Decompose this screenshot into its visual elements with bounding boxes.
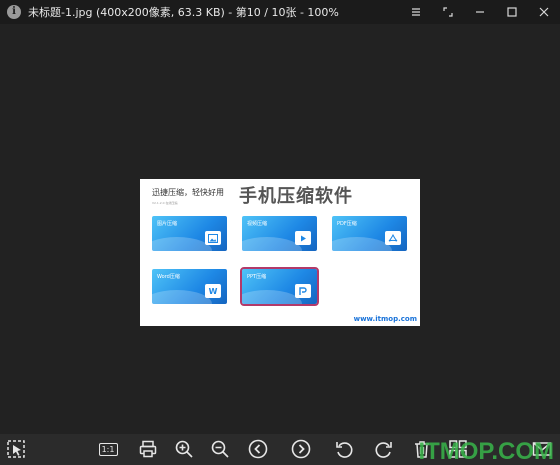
actual-size-button[interactable]: 1:1 — [97, 438, 119, 460]
pdf-icon — [385, 231, 401, 245]
card-label: 视频压缩 — [247, 221, 268, 227]
image-url-text: www.itmop.com — [353, 315, 417, 323]
word-icon: W — [205, 284, 221, 298]
previous-icon[interactable] — [247, 438, 269, 460]
actual-size-label: 1:1 — [98, 442, 118, 456]
delete-icon[interactable] — [411, 438, 433, 460]
video-compress-card: 视频压缩 — [242, 216, 317, 251]
close-icon[interactable] — [528, 0, 560, 24]
mail-icon[interactable] — [531, 438, 553, 460]
image-compress-card: 图片压缩 — [152, 216, 227, 251]
card-label: Word压缩 — [157, 274, 180, 280]
print-icon[interactable] — [137, 438, 159, 460]
zoom-in-icon[interactable] — [173, 438, 195, 460]
select-icon[interactable] — [5, 438, 27, 460]
window-title: 未标题-1.jpg (400x200像素, 63.3 KB) - 第10 / 1… — [28, 6, 339, 19]
pdf-compress-card: PDF压缩 — [332, 216, 407, 251]
ppt-icon — [295, 284, 311, 298]
maximize-icon[interactable] — [496, 0, 528, 24]
image-icon — [205, 231, 221, 245]
rotate-left-icon[interactable] — [333, 438, 355, 460]
menu-icon[interactable] — [400, 0, 432, 24]
card-label: 图片压缩 — [157, 221, 178, 227]
play-icon — [295, 231, 311, 245]
next-icon[interactable] — [290, 438, 312, 460]
minimize-icon[interactable] — [464, 0, 496, 24]
image-header-text: 迅捷压缩，轻快好用 — [152, 188, 224, 197]
image-big-title: 手机压缩软件 — [239, 186, 353, 207]
info-icon[interactable]: i — [7, 5, 21, 19]
rotate-right-icon[interactable] — [373, 438, 395, 460]
thumbnails-icon[interactable] — [447, 438, 469, 460]
title-bar: i 未标题-1.jpg (400x200像素, 63.3 KB) - 第10 /… — [0, 0, 560, 24]
displayed-image[interactable]: 迅捷压缩，轻快好用 V2.1.2.0 在线压缩 手机压缩软件 图片压缩 视频压缩… — [140, 179, 420, 326]
word-glyph: W — [208, 286, 218, 296]
card-label: PPT压缩 — [247, 274, 267, 280]
bottom-toolbar: 1:1 ITMOP.COM — [0, 434, 560, 465]
card-label: PDF压缩 — [337, 221, 357, 227]
word-compress-card: Word压缩 W — [152, 269, 227, 304]
image-version-text: V2.1.2.0 在线压缩 — [152, 201, 178, 205]
image-viewport[interactable]: 迅捷压缩，轻快好用 V2.1.2.0 在线压缩 手机压缩软件 图片压缩 视频压缩… — [0, 24, 560, 434]
fullscreen-icon[interactable] — [432, 0, 464, 24]
ppt-compress-card: PPT压缩 — [240, 267, 319, 306]
window-controls — [400, 0, 560, 24]
zoom-out-icon[interactable] — [209, 438, 231, 460]
